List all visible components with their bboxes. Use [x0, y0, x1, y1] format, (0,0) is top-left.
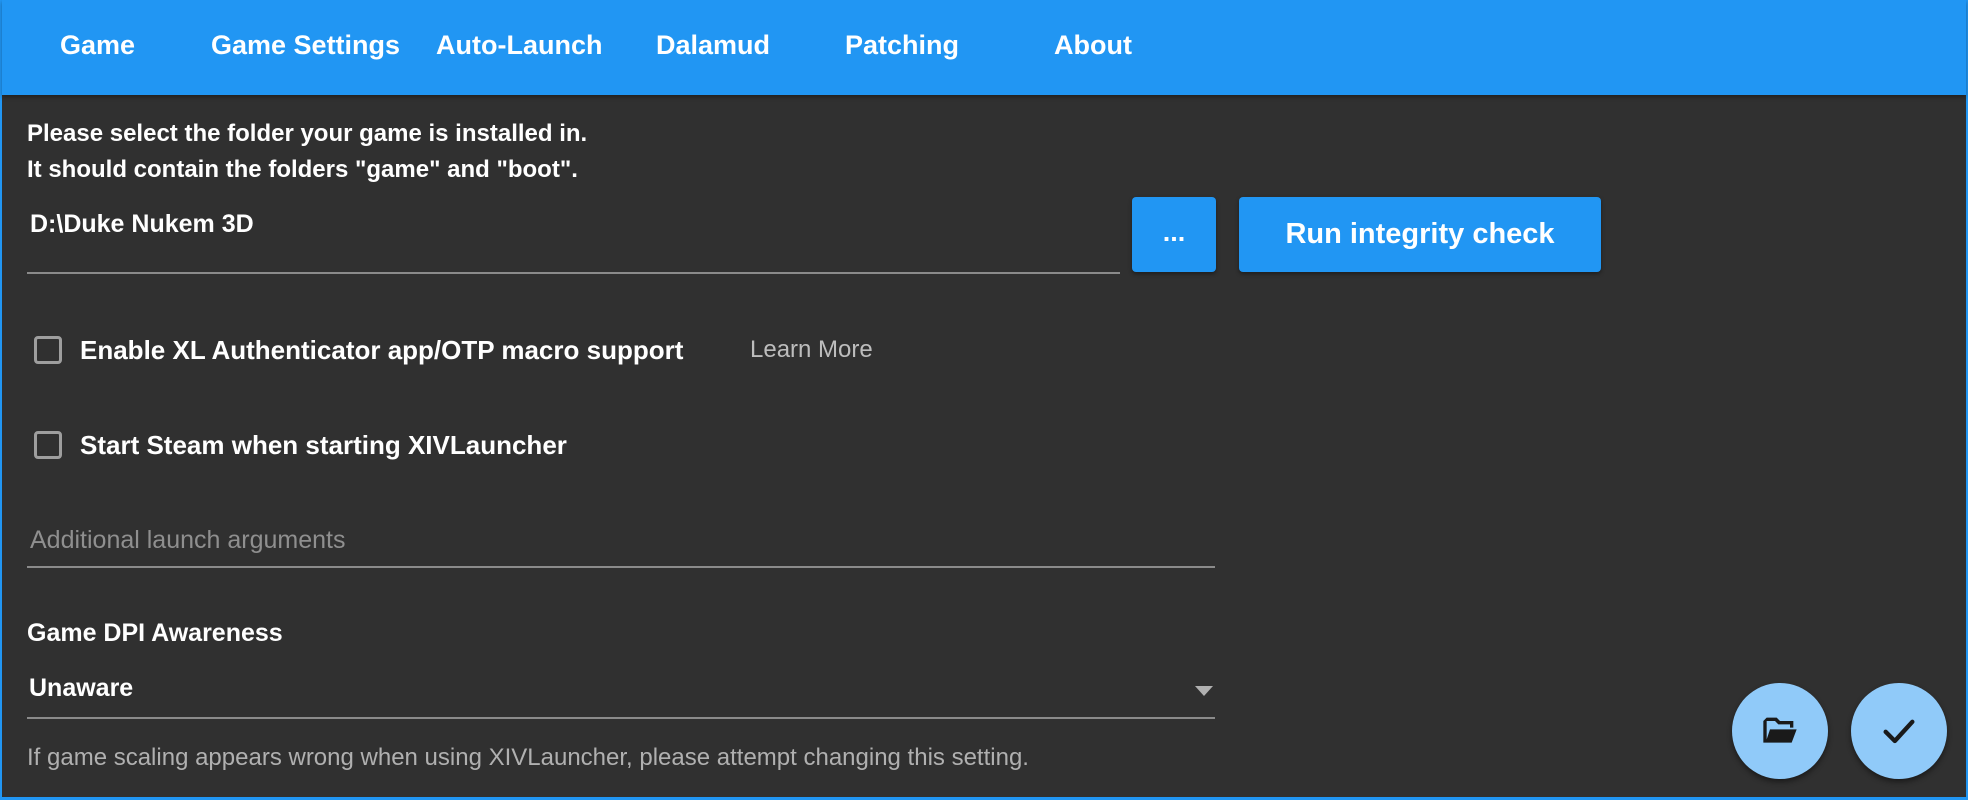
- open-folder-fab[interactable]: [1732, 683, 1828, 779]
- folder-instructions-line2: It should contain the folders "game" and…: [27, 156, 578, 183]
- dpi-awareness-label: Game DPI Awareness: [27, 619, 283, 647]
- dpi-awareness-selected: Unaware: [29, 674, 134, 702]
- tab-game[interactable]: Game: [60, 0, 135, 95]
- tab-dalamud[interactable]: Dalamud: [656, 0, 770, 95]
- game-path-input[interactable]: D:\Duke Nukem 3D: [27, 204, 1120, 276]
- dpi-awareness-hint: If game scaling appears wrong when using…: [27, 744, 1029, 771]
- dpi-awareness-underline: [27, 717, 1215, 719]
- steam-checkbox[interactable]: [34, 431, 62, 459]
- run-integrity-check-button[interactable]: Run integrity check: [1239, 197, 1601, 272]
- folder-instructions-line1: Please select the folder your game is in…: [27, 120, 588, 147]
- learn-more-link[interactable]: Learn More: [750, 336, 873, 364]
- tab-about[interactable]: About: [1054, 0, 1132, 95]
- otp-checkbox[interactable]: [34, 336, 62, 364]
- checkmark-icon: [1883, 719, 1915, 744]
- tab-auto-launch[interactable]: Auto-Launch: [436, 0, 602, 95]
- accept-fab[interactable]: [1851, 683, 1947, 779]
- browse-folder-button[interactable]: ...: [1132, 197, 1216, 272]
- triangle-down-icon: [1195, 686, 1213, 696]
- otp-label[interactable]: Enable XL Authenticator app/OTP macro su…: [80, 335, 683, 366]
- launch-arguments-underline: [27, 566, 1215, 568]
- folder-open-icon: [1763, 717, 1797, 743]
- game-path-value: D:\Duke Nukem 3D: [30, 210, 254, 238]
- tab-patching[interactable]: Patching: [845, 0, 959, 95]
- steam-label[interactable]: Start Steam when starting XIVLauncher: [80, 430, 567, 461]
- tab-game-settings[interactable]: Game Settings: [211, 0, 400, 95]
- launch-arguments-input[interactable]: Additional launch arguments: [27, 520, 1215, 570]
- settings-window: Game Game Settings Auto-Launch Dalamud P…: [0, 0, 1968, 800]
- game-path-underline: [27, 272, 1120, 274]
- tab-bar: Game Game Settings Auto-Launch Dalamud P…: [2, 0, 1966, 95]
- launch-arguments-placeholder: Additional launch arguments: [30, 526, 346, 554]
- dpi-awareness-select[interactable]: Unaware: [27, 668, 1215, 720]
